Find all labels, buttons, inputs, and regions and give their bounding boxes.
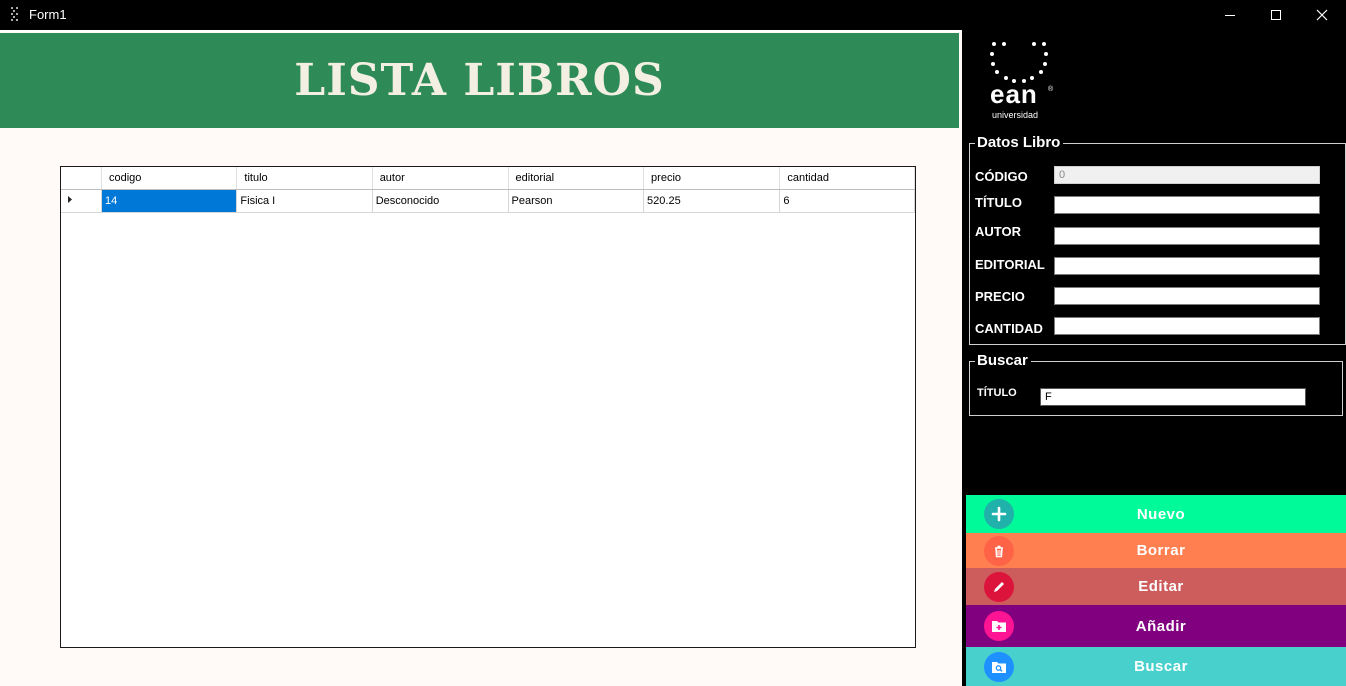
cantidad-field[interactable] (1054, 317, 1320, 335)
column-header-autor[interactable]: autor (372, 167, 509, 190)
nuevo-button[interactable]: Nuevo (966, 495, 1346, 533)
label-cantidad: CANTIDAD (975, 321, 1043, 336)
anadir-button[interactable]: Añadir (966, 605, 1346, 647)
cell-editorial[interactable]: Pearson (508, 189, 645, 213)
column-header-codigo[interactable]: codigo (101, 167, 238, 190)
close-button[interactable] (1299, 0, 1345, 30)
borrar-button[interactable]: Borrar (966, 533, 1346, 568)
maximize-button[interactable] (1253, 0, 1299, 30)
label-precio: PRECIO (975, 289, 1025, 304)
label-autor: AUTOR (975, 224, 1021, 239)
buscar-label: Buscar (1134, 658, 1188, 675)
grid-corner-header (61, 167, 102, 190)
cell-titulo[interactable]: Fisica I (236, 189, 373, 213)
nuevo-label: Nuevo (1136, 505, 1186, 523)
label-titulo: TÍTULO (975, 195, 1022, 210)
side-panel: ean ® universidad Datos Libro CÓDIGO 0 T… (962, 30, 1346, 686)
precio-field[interactable] (1054, 287, 1320, 305)
header-banner: LISTA LIBROS (0, 33, 959, 128)
buscar-button[interactable]: Buscar (966, 647, 1346, 686)
buscar-legend: Buscar (975, 352, 1031, 369)
cell-codigo[interactable]: 14 (101, 189, 238, 213)
label-codigo: CÓDIGO (975, 169, 1028, 184)
maximize-icon (1270, 9, 1281, 20)
ean-logo: ean ® universidad (988, 40, 1058, 122)
table-row[interactable]: 14 Fisica I Desconocido Pearson 520.25 6 (61, 189, 915, 213)
trash-icon (984, 535, 1014, 566)
autor-field[interactable] (1054, 227, 1320, 245)
form-app-icon (11, 7, 18, 21)
cell-precio[interactable]: 520.25 (643, 189, 781, 213)
title-bar: Form1 (0, 0, 1346, 30)
column-header-cantidad[interactable]: cantidad (779, 167, 915, 190)
datos-libro-legend: Datos Libro (975, 134, 1064, 151)
top-border (0, 30, 962, 32)
cell-cantidad[interactable]: 6 (779, 189, 915, 213)
pencil-icon (984, 571, 1014, 602)
logo-text: ean (990, 79, 1038, 109)
editar-button[interactable]: Editar (966, 568, 1346, 605)
row-header[interactable] (61, 189, 102, 213)
codigo-field[interactable]: 0 (1054, 166, 1320, 184)
label-buscar-titulo: TÍTULO (977, 387, 1017, 399)
logo-subtext: universidad (992, 110, 1039, 120)
titulo-field[interactable] (1054, 196, 1320, 214)
main-panel: LISTA LIBROS codigo titulo autor editori… (0, 30, 962, 686)
folder-add-icon (984, 611, 1014, 641)
label-editorial: EDITORIAL (975, 257, 1045, 272)
window-title: Form1 (29, 7, 67, 22)
column-header-precio[interactable]: precio (643, 167, 781, 190)
editar-label: Editar (1138, 578, 1184, 595)
page-title: LISTA LIBROS (294, 55, 665, 106)
column-header-titulo[interactable]: titulo (236, 167, 373, 190)
folder-search-icon (984, 651, 1014, 682)
search-title-field[interactable]: F (1040, 388, 1306, 406)
plus-icon (984, 499, 1014, 529)
cell-autor[interactable]: Desconocido (372, 189, 509, 213)
logo-registered-mark: ® (1048, 86, 1054, 93)
minimize-button[interactable] (1207, 0, 1253, 30)
minimize-icon (1224, 14, 1235, 16)
books-grid[interactable]: codigo titulo autor editorial precio can… (60, 166, 916, 648)
editorial-field[interactable] (1054, 257, 1320, 275)
anadir-label: Añadir (1135, 617, 1187, 635)
column-header-editorial[interactable]: editorial (508, 167, 645, 190)
close-icon (1316, 9, 1328, 21)
borrar-label: Borrar (1136, 542, 1186, 559)
current-row-arrow-icon (68, 196, 72, 203)
